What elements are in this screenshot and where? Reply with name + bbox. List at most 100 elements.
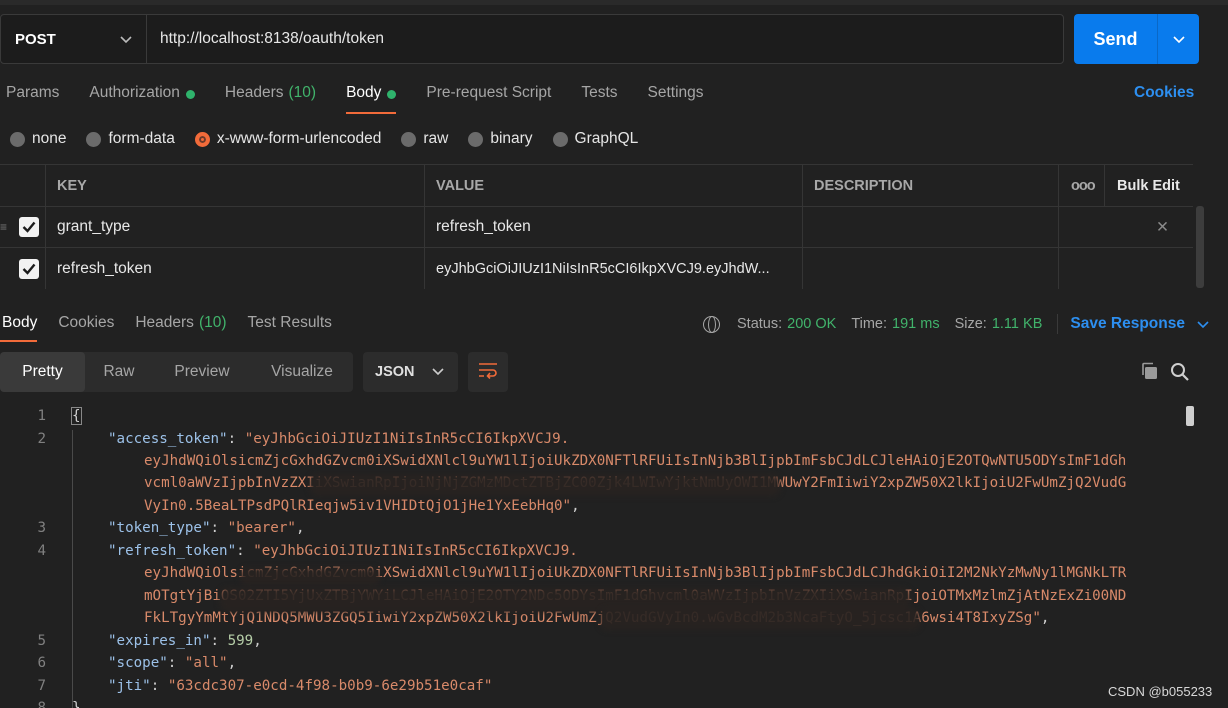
code-line-wrap: eyJhdWQiOlsicmZjcGxhdGZvcm0iXSwidXNlcl9u… [144, 453, 1127, 469]
radio-form-data[interactable]: form-data [86, 130, 175, 148]
response-tab-body[interactable]: Body [0, 314, 38, 342]
radio-circle-icon [10, 131, 25, 147]
tab-tests[interactable]: Tests [581, 84, 617, 114]
row-checkbox[interactable] [19, 217, 39, 237]
json-number: 599 [227, 633, 254, 649]
save-response-button[interactable]: Save Response [1070, 315, 1209, 333]
table-scrollbar[interactable] [1196, 206, 1204, 288]
tab-label: Tests [581, 84, 618, 101]
row-controls: ≡ [0, 207, 46, 247]
tab-label: Headers [224, 84, 284, 101]
radio-x-www-form-urlencoded[interactable]: x-www-form-urlencoded [194, 130, 381, 148]
format-label: JSON [375, 364, 415, 380]
line-number: 2 [37, 431, 46, 447]
tab-params[interactable]: Params [6, 84, 59, 114]
view-mode-segmented: Pretty Raw Preview Visualize [0, 352, 353, 392]
method-select[interactable]: POST [1, 15, 147, 63]
radio-graphql[interactable]: GraphQL [552, 130, 638, 148]
radio-label: none [32, 130, 67, 147]
json-key: "scope" [108, 655, 168, 671]
json-string: "63cdc307-e0cd-4f98-b0b9-6e29b51e0caf" [167, 678, 493, 694]
row-value[interactable]: eyJhbGciOiJIUzI1NiIsInR5cCI6IkpXVCJ9.eyJ… [425, 248, 803, 289]
search-icon[interactable] [1170, 362, 1190, 382]
drag-handle-icon[interactable]: ≡ [0, 221, 7, 233]
row-description[interactable] [803, 207, 1059, 247]
status-dot-icon [185, 90, 195, 99]
body-type-radios: none form-data x-www-form-urlencoded raw… [10, 130, 658, 148]
tab-settings[interactable]: Settings [648, 84, 704, 114]
line-number: 1 [37, 408, 46, 424]
url-input[interactable]: http://localhost:8138/oauth/token [147, 15, 1063, 63]
tab-label: Test Results [247, 314, 332, 331]
json-key: "access_token" [108, 431, 228, 447]
tab-label: Headers [135, 314, 194, 331]
method-label: POST [15, 30, 56, 48]
row-key[interactable]: refresh_token [46, 248, 425, 289]
response-tab-cookies[interactable]: Cookies [58, 314, 114, 342]
top-divider [0, 0, 1228, 5]
status-label: Status: [737, 316, 783, 332]
radio-binary[interactable]: binary [468, 130, 533, 148]
row-key[interactable]: grant_type [46, 207, 425, 247]
tab-body[interactable]: Body [346, 84, 397, 114]
globe-icon[interactable] [703, 315, 720, 333]
request-tabs: Params Authorization Headers (10) Body Pr… [6, 84, 734, 114]
row-value[interactable]: refresh_token [425, 207, 803, 247]
response-tab-test-results[interactable]: Test Results [248, 314, 332, 342]
row-checkbox[interactable] [19, 258, 39, 279]
copy-icon[interactable] [1140, 362, 1158, 380]
close-brace: } [72, 700, 81, 708]
time-value[interactable]: 191 ms [892, 316, 940, 332]
tab-pre-request-script[interactable]: Pre-request Script [426, 84, 551, 114]
tab-label: Body [2, 314, 38, 331]
send-options-button[interactable] [1158, 14, 1199, 64]
line-number: 4 [37, 543, 46, 559]
bulk-edit-button[interactable]: Bulk Edit [1105, 165, 1193, 206]
radio-label: form-data [108, 130, 175, 147]
view-preview-button[interactable]: Preview [153, 352, 251, 392]
more-options-icon[interactable]: ooo [1059, 165, 1105, 206]
tab-count: (10) [288, 84, 317, 101]
radio-none[interactable]: none [10, 130, 66, 148]
code-line: "expires_in": 599, [108, 633, 262, 649]
radio-selected-icon [194, 131, 210, 147]
response-tab-headers[interactable]: Headers (10) [135, 314, 226, 342]
tab-authorization[interactable]: Authorization [89, 84, 195, 114]
radio-circle-icon [468, 131, 484, 147]
size-value[interactable]: 1.11 KB [992, 316, 1043, 332]
row-description[interactable] [803, 248, 1059, 289]
radio-circle-icon [552, 131, 568, 147]
divider [1057, 314, 1059, 334]
format-select[interactable]: JSON [363, 352, 458, 392]
radio-label: binary [490, 130, 533, 147]
view-raw-button[interactable]: Raw [85, 352, 153, 392]
line-number: 5 [37, 633, 46, 649]
json-key: "refresh_token" [108, 543, 237, 559]
code-line: "token_type": "bearer", [108, 520, 305, 536]
view-visualize-button[interactable]: Visualize [251, 352, 353, 392]
cookies-link[interactable]: Cookies [1134, 84, 1194, 102]
line-number: 7 [37, 678, 46, 694]
radio-raw[interactable]: raw [401, 130, 448, 148]
tab-label: Pre-request Script [426, 84, 552, 101]
delete-row-icon[interactable]: ✕ [1059, 207, 1193, 247]
json-string: "all" [184, 655, 228, 671]
chevron-down-icon [120, 31, 132, 47]
header-description: DESCRIPTION [803, 165, 1059, 206]
header-key: KEY [46, 165, 425, 206]
status-value[interactable]: 200 OK [787, 316, 836, 332]
table-row: refresh_token eyJhbGciOiJIUzI1NiIsInR5cC… [0, 248, 1193, 289]
tab-headers[interactable]: Headers (10) [225, 84, 316, 114]
code-line: "jti": "63cdc307-e0cd-4f98-b0b9-6e29b51e… [108, 678, 493, 694]
response-body-editor[interactable]: 1 2 3 4 5 6 7 8 { "access_token": "eyJhb… [0, 404, 1190, 708]
tab-label: Params [6, 84, 60, 101]
tab-label: Cookies [58, 314, 115, 331]
redaction-blur [310, 474, 780, 496]
response-status: Status: 200 OK Time: 191 ms Size: 1.11 K… [703, 314, 1209, 334]
json-key: "token_type" [108, 520, 211, 536]
send-button[interactable]: Send [1074, 14, 1158, 64]
editor-scrollbar[interactable] [1186, 406, 1194, 426]
wrap-lines-button[interactable] [468, 352, 508, 392]
response-tabs: Body Cookies Headers (10) Test Results [0, 314, 353, 342]
view-pretty-button[interactable]: Pretty [0, 352, 85, 392]
